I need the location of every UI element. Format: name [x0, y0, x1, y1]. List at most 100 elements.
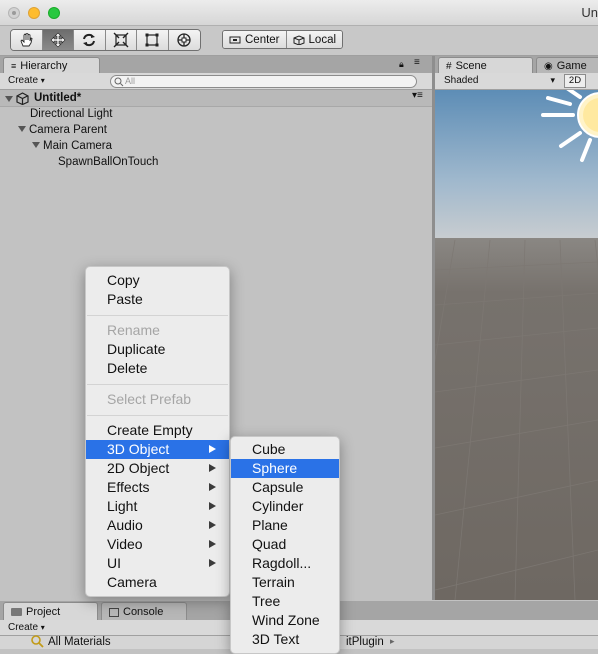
rect-tool-button[interactable] [137, 30, 169, 50]
menu-item-label: Terrain [252, 574, 295, 590]
menu-item-copy[interactable]: Copy [86, 271, 229, 290]
menu-item-label: Cylinder [252, 498, 304, 514]
menu-item-label: Wind Zone [252, 612, 320, 628]
rect-tool-icon [145, 33, 159, 47]
hierarchy-item-label: Directional Light [30, 108, 113, 120]
submenu-item-3d-text[interactable]: 3D Text [231, 630, 339, 649]
submenu-arrow-icon [209, 483, 216, 491]
move-tool-button[interactable] [42, 30, 74, 50]
submenu-item-tree[interactable]: Tree [231, 592, 339, 611]
hierarchy-item-camera-parent[interactable]: Camera Parent [18, 124, 107, 136]
dropdown-arrow-icon: ▾ [40, 623, 45, 632]
pivot-center-button[interactable]: Center [223, 31, 286, 48]
rotate-tool-icon [83, 33, 96, 47]
menu-item-2d-object[interactable]: 2D Object [86, 459, 229, 478]
tab-scene[interactable]: # Scene [438, 57, 533, 73]
scale-tool-icon [113, 32, 129, 48]
scene-viewport[interactable] [435, 90, 598, 600]
expand-arrow-icon[interactable] [5, 96, 13, 102]
expand-arrow-icon[interactable] [18, 126, 26, 132]
tab-game[interactable]: ◉ Game [536, 57, 598, 73]
menu-item-camera[interactable]: Camera [86, 573, 229, 592]
menu-item-label: Capsule [252, 479, 304, 495]
hierarchy-item-directional-light[interactable]: Directional Light [30, 108, 112, 120]
hierarchy-item-main-camera[interactable]: Main Camera [32, 140, 112, 152]
scene-toolbar: Shaded 2D [435, 73, 598, 90]
submenu-item-wind-zone[interactable]: Wind Zone [231, 611, 339, 630]
shading-mode-dropdown[interactable]: Shaded [438, 74, 558, 88]
menu-item-label: Copy [107, 272, 140, 288]
menu-item-3d-object[interactable]: 3D Object [86, 440, 229, 459]
pivot-local-label: Local [308, 33, 337, 46]
submenu-3d-object: Cube Sphere Capsule Cylinder Plane Quad … [230, 436, 340, 654]
scene-tab-bar: # Scene ◉ Game [435, 56, 598, 73]
project-create-dropdown[interactable]: Create ▾ [4, 621, 49, 635]
scene-root-row[interactable]: Untitled* ▾≡ [0, 90, 432, 107]
scene-grid-icon: # [446, 60, 452, 72]
minimize-window-button[interactable] [28, 7, 40, 19]
unity-scene-icon [16, 92, 29, 105]
main-toolbar: Center Local [0, 26, 598, 56]
tab-scene-label: Scene [455, 60, 487, 72]
move-tool-icon [50, 32, 66, 48]
hierarchy-create-dropdown[interactable]: Create ▾ [4, 74, 49, 88]
hierarchy-toolbar: Create ▾ All [0, 73, 432, 90]
menu-separator [87, 415, 228, 417]
rotate-tool-button[interactable] [74, 30, 106, 50]
dropdown-arrow-icon: ▾ [40, 76, 45, 85]
submenu-arrow-icon [209, 559, 216, 567]
transform-tool-button[interactable] [168, 30, 200, 50]
close-window-button[interactable] [8, 7, 20, 19]
hierarchy-search-input[interactable]: All [110, 75, 417, 88]
scale-tool-button[interactable] [105, 30, 137, 50]
folder-icon [11, 608, 22, 616]
toggle-2d-button[interactable]: 2D [564, 74, 586, 88]
pivot-center-icon [229, 36, 241, 43]
pivot-center-label: Center [245, 33, 280, 46]
project-item-all-materials[interactable]: All Materials [48, 636, 111, 648]
menu-item-label: UI [107, 555, 121, 571]
menu-item-label: 2D Object [107, 460, 170, 476]
local-space-icon [293, 34, 305, 45]
menu-item-effects[interactable]: Effects [86, 478, 229, 497]
maximize-window-button[interactable] [48, 7, 60, 19]
breadcrumb-fragment[interactable]: itPlugin [346, 636, 384, 648]
lock-icon[interactable]: 🔒︎ [399, 59, 404, 70]
menu-item-duplicate[interactable]: Duplicate [86, 340, 229, 359]
menu-item-video[interactable]: Video [86, 535, 229, 554]
menu-item-audio[interactable]: Audio [86, 516, 229, 535]
submenu-item-ragdoll[interactable]: Ragdoll... [231, 554, 339, 573]
menu-item-label: 3D Object [107, 441, 170, 457]
menu-item-create-empty[interactable]: Create Empty [86, 421, 229, 440]
submenu-item-terrain[interactable]: Terrain [231, 573, 339, 592]
tab-game-label: Game [556, 60, 587, 72]
menu-item-light[interactable]: Light [86, 497, 229, 516]
submenu-item-sphere[interactable]: Sphere [231, 459, 339, 478]
menu-item-paste[interactable]: Paste [86, 290, 229, 309]
tab-hierarchy[interactable]: ≡ Hierarchy [3, 57, 100, 73]
search-icon [114, 77, 124, 87]
menu-item-label: Tree [252, 593, 281, 609]
menu-item-label: Rename [107, 322, 160, 338]
submenu-item-plane[interactable]: Plane [231, 516, 339, 535]
hierarchy-item-spawnballontouch[interactable]: SpawnBallOnTouch [58, 156, 158, 168]
expand-arrow-icon[interactable] [32, 142, 40, 148]
panel-menu-icon[interactable]: ≡ [414, 57, 420, 68]
pivot-local-button[interactable]: Local [285, 31, 343, 48]
submenu-item-cylinder[interactable]: Cylinder [231, 497, 339, 516]
tab-console[interactable]: Console [101, 602, 187, 620]
menu-item-ui[interactable]: UI [86, 554, 229, 573]
menu-item-label: Audio [107, 517, 143, 533]
submenu-item-capsule[interactable]: Capsule [231, 478, 339, 497]
shading-mode-label: Shaded [444, 75, 479, 86]
hand-tool-button[interactable] [11, 30, 43, 50]
submenu-item-cube[interactable]: Cube [231, 440, 339, 459]
submenu-item-quad[interactable]: Quad [231, 535, 339, 554]
create-label: Create [8, 622, 39, 633]
menu-item-label: Ragdoll... [252, 555, 312, 571]
scene-options-icon[interactable]: ▾≡ [412, 90, 423, 101]
menu-item-label: Cube [252, 441, 286, 457]
transform-tools [10, 29, 201, 51]
menu-item-delete[interactable]: Delete [86, 359, 229, 378]
tab-project[interactable]: Project [3, 602, 98, 620]
